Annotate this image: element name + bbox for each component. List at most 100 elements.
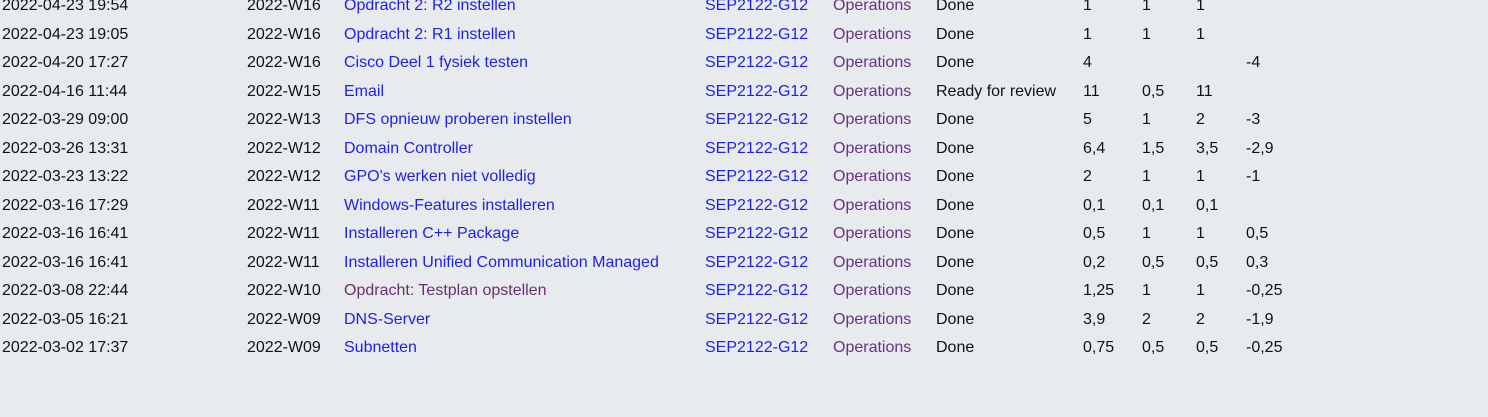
estimate-cell: 0,1 [1083,196,1106,214]
spent-cell: 0,5 [1142,253,1165,271]
team-link[interactable]: Operations [833,249,911,278]
task-link[interactable]: Opdracht 2: R2 instellen [344,0,516,21]
table-row: 2022-03-05 16:21 2022-W09 DNS-Server SEP212… [0,306,1488,335]
estimate-cell: 2 [1083,168,1092,185]
project-link[interactable]: SEP2122-G12 [705,192,808,221]
estimate-cell: 5 [1083,111,1092,128]
team-link[interactable]: Operations [833,49,911,78]
spent-cell: 1 [1142,0,1151,14]
task-link[interactable]: Cisco Deel 1 fysiek testen [344,49,528,78]
table-row: 2022-04-20 17:27 2022-W16 Cisco Deel 1 fys… [0,49,1488,78]
value-cell: 1 [1196,168,1205,185]
date-cell: 2022-03-26 13:31 [2,139,129,157]
team-link[interactable]: Operations [833,334,911,363]
value-cell: 3,5 [1196,139,1219,157]
status-cell: Done [936,111,975,128]
week-cell: 2022-W12 [247,168,321,185]
status-cell: Done [936,196,975,214]
table-row: 2022-03-29 09:00 2022-W13 DFS opnieuw prob… [0,106,1488,135]
estimate-cell: 11 [1083,82,1100,100]
team-link[interactable]: Operations [833,78,911,107]
status-cell: Done [936,0,975,14]
date-cell: 2022-04-20 17:27 [2,54,129,71]
task-link[interactable]: Installeren C++ Package [344,220,519,249]
team-link[interactable]: Operations [833,135,911,164]
spent-cell: 1 [1142,168,1151,185]
project-link[interactable]: SEP2122-G12 [705,163,808,192]
value-cell: 0,5 [1196,253,1219,271]
difference-cell: -0,25 [1246,339,1283,356]
spent-cell: 2 [1142,310,1151,328]
estimate-cell: 6,4 [1083,139,1106,157]
team-link[interactable]: Operations [833,277,911,306]
status-cell: Done [936,168,975,185]
week-cell: 2022-W16 [247,0,321,14]
team-link[interactable]: Operations [833,163,911,192]
estimate-cell: 4 [1083,54,1092,71]
value-cell: 2 [1196,111,1205,128]
difference-cell: 0,3 [1246,253,1269,271]
estimate-cell: 3,9 [1083,310,1106,328]
week-cell: 2022-W10 [247,282,321,299]
spent-cell: 1 [1142,111,1151,128]
value-cell: 0,1 [1196,196,1219,214]
spent-cell: 0,1 [1142,196,1165,214]
status-cell: Done [936,225,975,242]
project-link[interactable]: SEP2122-G12 [705,49,808,78]
project-link[interactable]: SEP2122-G12 [705,277,808,306]
task-link[interactable]: Opdracht: Testplan opstellen [344,277,547,306]
project-link[interactable]: SEP2122-G12 [705,135,808,164]
project-link[interactable]: SEP2122-G12 [705,21,808,50]
task-link[interactable]: Windows-Features installeren [344,192,555,221]
value-cell: 0,5 [1196,339,1219,356]
date-cell: 2022-04-23 19:05 [2,25,129,43]
project-link[interactable]: SEP2122-G12 [705,249,808,278]
team-link[interactable]: Operations [833,106,911,135]
spent-cell: 1 [1142,225,1151,242]
project-link[interactable]: SEP2122-G12 [705,220,808,249]
status-cell: Ready for review [936,82,1057,100]
team-link[interactable]: Operations [833,306,911,335]
task-link[interactable]: Opdracht 2: R1 instellen [344,21,516,50]
estimate-cell: 0,75 [1083,339,1115,356]
task-table: 2022-04-23 19:54 2022-W16 Opdracht 2: R2 i… [0,0,1488,363]
value-cell: 11 [1196,82,1213,100]
project-link[interactable]: SEP2122-G12 [705,334,808,363]
task-link[interactable]: DNS-Server [344,306,430,335]
date-cell: 2022-03-05 16:21 [2,310,129,328]
week-cell: 2022-W09 [247,310,321,328]
team-link[interactable]: Operations [833,21,911,50]
team-link[interactable]: Operations [833,0,911,21]
week-cell: 2022-W11 [247,196,320,214]
value-cell: 2 [1196,310,1205,328]
table-row: 2022-04-23 19:05 2022-W16 Opdracht 2: R1 i… [0,21,1488,50]
project-link[interactable]: SEP2122-G12 [705,0,808,21]
status-cell: Done [936,25,975,43]
task-link[interactable]: Domain Controller [344,135,473,164]
task-link[interactable]: Installeren Unified Communication Manage… [344,249,659,278]
status-cell: Done [936,310,975,328]
week-cell: 2022-W15 [247,82,321,100]
task-link[interactable]: Subnetten [344,334,417,363]
task-link[interactable]: DFS opnieuw proberen instellen [344,106,572,135]
value-cell: 1 [1196,0,1205,14]
team-link[interactable]: Operations [833,192,911,221]
value-cell: 1 [1196,282,1205,299]
estimate-cell: 1,25 [1083,282,1115,299]
difference-cell: -3 [1246,111,1261,128]
difference-cell: -1 [1246,168,1261,185]
status-cell: Done [936,54,975,71]
status-cell: Done [936,282,975,299]
date-cell: 2022-03-23 13:22 [2,168,129,185]
team-link[interactable]: Operations [833,220,911,249]
task-link[interactable]: GPO's werken niet volledig [344,163,536,192]
project-link[interactable]: SEP2122-G12 [705,106,808,135]
project-link[interactable]: SEP2122-G12 [705,78,808,107]
task-link[interactable]: Email [344,78,384,107]
date-cell: 2022-04-16 11:44 [2,82,128,100]
project-link[interactable]: SEP2122-G12 [705,306,808,335]
spent-cell: 1 [1142,282,1151,299]
week-cell: 2022-W09 [247,339,321,356]
spent-cell: 0,5 [1142,339,1165,356]
estimate-cell: 0,2 [1083,253,1106,271]
